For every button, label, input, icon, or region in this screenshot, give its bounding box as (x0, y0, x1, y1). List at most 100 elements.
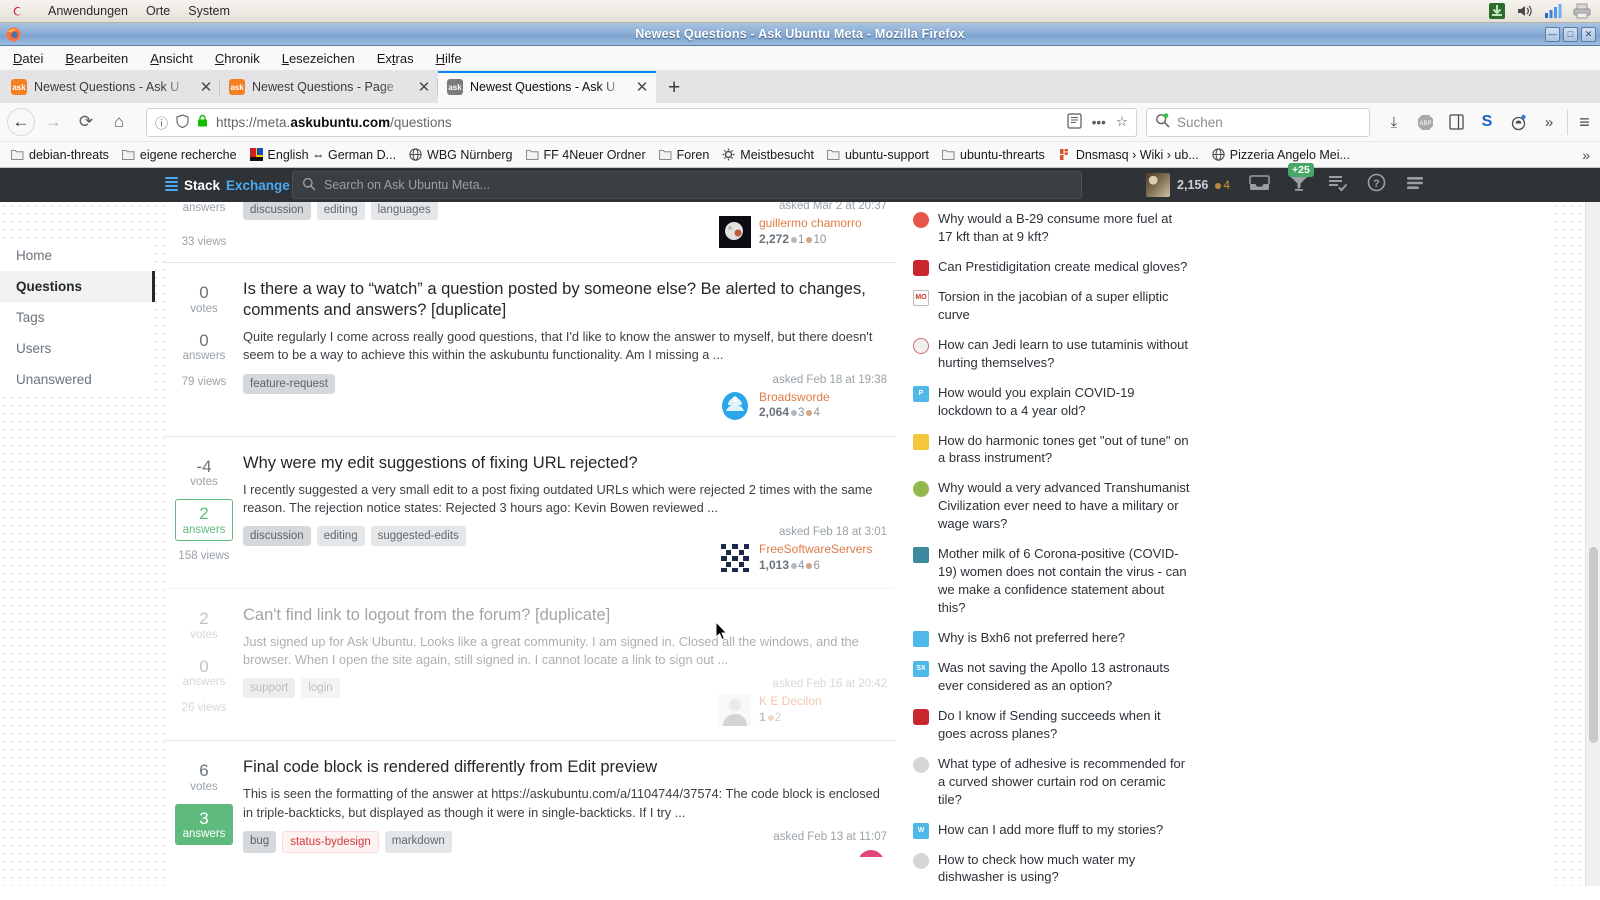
sidebar-item-unanswered[interactable]: Unanswered (0, 364, 155, 395)
avatar[interactable] (719, 694, 751, 727)
menu-hilfe[interactable]: Hilfe (436, 51, 462, 66)
menu-extras[interactable]: Extras (377, 51, 414, 66)
overflow-icon[interactable]: » (1536, 109, 1562, 135)
panel-menu-places[interactable]: Orte (146, 4, 170, 18)
bookmark-ubuntu-support[interactable]: ubuntu-support (822, 146, 934, 164)
hot-question-link[interactable]: Do I know if Sending succeeds when it go… (938, 707, 1190, 743)
tag[interactable]: login (301, 678, 340, 699)
list-item[interactable]: Why is Bxh6 not preferred here? (913, 623, 1585, 653)
bookmark-ubuntu-threarts[interactable]: ubuntu-threarts (937, 146, 1050, 164)
avatar[interactable] (719, 389, 751, 422)
panel-menu-applications[interactable]: Anwendungen (48, 4, 128, 18)
help-icon[interactable]: ? (1367, 173, 1386, 197)
tag[interactable]: support (243, 678, 296, 699)
menu-chronik[interactable]: Chronik (215, 51, 260, 66)
volume-icon[interactable] (1516, 2, 1536, 20)
list-item[interactable]: How to check how much water my dishwashe… (913, 845, 1585, 887)
hot-question-link[interactable]: What type of adhesive is recommended for… (938, 755, 1190, 809)
hot-question-link[interactable]: Why would a B-29 consume more fuel at 17… (938, 210, 1190, 246)
bookmark-foren[interactable]: Foren (654, 146, 715, 164)
minimize-button[interactable]: — (1545, 26, 1560, 42)
bookmark-debian-threats[interactable]: debian-threats (6, 146, 114, 164)
hot-question-link[interactable]: How can Jedi learn to use tutaminis with… (938, 336, 1190, 372)
page-scrollbar[interactable] (1585, 202, 1600, 886)
tag[interactable]: discussion (243, 202, 311, 220)
list-item[interactable]: SX Was not saving the Apollo 13 astronau… (913, 653, 1585, 701)
list-item[interactable]: How do harmonic tones get "out of tune" … (913, 426, 1585, 474)
user-profile-link[interactable]: 2,156 4 (1146, 173, 1230, 197)
stackexchange-logo[interactable]: Stack Exchange (165, 177, 290, 193)
shield-icon[interactable] (176, 113, 189, 131)
hot-question-link[interactable]: Can Prestidigitation create medical glov… (938, 258, 1190, 276)
bookmark-meistbesucht[interactable]: Meistbesucht (717, 146, 819, 164)
review-icon[interactable] (1328, 174, 1348, 197)
achievements-icon[interactable]: +25 (1288, 162, 1314, 197)
list-item[interactable]: Why would a B-29 consume more fuel at 17… (913, 202, 1585, 252)
reload-button[interactable]: ⟳ (71, 107, 101, 137)
bookmark-eigene-recherche[interactable]: eigene recherche (117, 146, 242, 164)
hot-question-link[interactable]: Was not saving the Apollo 13 astronauts … (938, 659, 1190, 695)
tag[interactable]: editing (316, 202, 365, 220)
list-item[interactable]: Mother milk of 6 Corona-positive (COVID-… (913, 539, 1585, 623)
site-switcher-icon[interactable] (1405, 174, 1425, 197)
printer-icon[interactable] (1572, 2, 1592, 20)
sidebar-item-home[interactable]: Home (0, 240, 155, 271)
browser-tab-2[interactable]: ask Newest Questions - Page ✕ (220, 71, 438, 103)
tag[interactable]: discussion (243, 525, 311, 546)
page-actions-icon[interactable]: ••• (1092, 115, 1106, 130)
menu-ansicht[interactable]: Ansicht (150, 51, 193, 66)
list-item[interactable]: How can Jedi learn to use tutaminis with… (913, 330, 1585, 378)
adblock-icon[interactable]: ABP (1412, 109, 1438, 135)
debian-logo-icon[interactable] (10, 4, 26, 20)
list-item[interactable]: W How can I add more fluff to my stories… (913, 815, 1585, 845)
lock-icon[interactable] (197, 114, 208, 130)
avatar[interactable] (719, 216, 751, 248)
close-icon[interactable]: ✕ (634, 80, 650, 95)
hot-question-link[interactable]: How would you explain COVID-19 lockdown … (938, 384, 1190, 420)
hot-question-link[interactable]: How can I add more fluff to my stories? (938, 821, 1190, 839)
bookmark-ff-4neuer-ordner[interactable]: FF 4Neuer Ordner (521, 146, 651, 164)
menu-datei[interactable]: DDateiatei (13, 51, 43, 66)
list-item[interactable]: P How would you explain COVID-19 lockdow… (913, 378, 1585, 426)
new-tab-button[interactable]: + (656, 77, 692, 98)
tag[interactable]: languages (370, 202, 438, 220)
list-item[interactable]: What type of adhesive is recommended for… (913, 749, 1585, 815)
list-item[interactable]: Why would a very advanced Transhumanist … (913, 473, 1585, 539)
question-title-link[interactable]: Can't find link to logout from the forum… (243, 605, 887, 626)
question-title-link[interactable]: Is there a way to “watch” a question pos… (243, 279, 887, 321)
tag[interactable]: feature-request (243, 373, 335, 394)
author-name[interactable]: K E Decilon (759, 694, 887, 710)
scrollbar-thumb[interactable] (1589, 547, 1598, 743)
close-icon[interactable]: ✕ (416, 80, 432, 95)
sidebar-item-tags[interactable]: Tags (0, 302, 155, 333)
reader-view-icon[interactable] (1067, 112, 1082, 132)
hot-question-link[interactable]: Why is Bxh6 not preferred here? (938, 629, 1190, 647)
close-icon[interactable]: ✕ (198, 80, 214, 95)
author-name[interactable]: guillermo chamorro (759, 216, 887, 232)
privacy-badger-icon[interactable] (1505, 109, 1531, 135)
home-button[interactable]: ⌂ (104, 107, 134, 137)
s-extension-icon[interactable]: S (1474, 109, 1500, 135)
bookmark-pizzeria-angelo[interactable]: Pizzeria Angelo Mei... (1207, 146, 1355, 164)
page-info-icon[interactable]: ⓘ (155, 113, 168, 132)
list-item[interactable]: MO Torsion in the jacobian of a super el… (913, 282, 1585, 330)
search-bar[interactable]: Suchen (1146, 107, 1370, 137)
question-title-link[interactable]: Why were my edit suggestions of fixing U… (243, 453, 887, 474)
bookmark-dnsmasq-wiki[interactable]: Dnsmasq › Wiki › ub... (1053, 146, 1204, 164)
update-manager-icon[interactable] (1488, 2, 1508, 20)
bookmark-english-german[interactable]: English ⇔ German D... (245, 146, 402, 164)
network-signal-icon[interactable] (1544, 2, 1564, 20)
tag[interactable]: editing (316, 525, 365, 546)
question-title-link[interactable]: Final code block is rendered differently… (243, 757, 887, 778)
bookmark-wbg-nuernberg[interactable]: WBG Nürnberg (404, 146, 517, 164)
author-name[interactable]: FreeSoftwareServers (759, 542, 887, 558)
bookmarks-overflow-icon[interactable]: » (1582, 147, 1594, 163)
hot-question-link[interactable]: Why would a very advanced Transhumanist … (938, 479, 1190, 533)
inbox-icon[interactable] (1249, 174, 1270, 197)
hot-question-link[interactable]: How to check how much water my dishwashe… (938, 851, 1190, 887)
reader-sidebar-icon[interactable] (1443, 109, 1469, 135)
browser-tab-3-active[interactable]: ask Newest Questions - Ask U ✕ (438, 71, 656, 103)
author-name[interactable]: Broadsworde (759, 390, 887, 406)
hamburger-menu-icon[interactable]: ≡ (1567, 109, 1593, 135)
avatar[interactable] (719, 541, 751, 574)
